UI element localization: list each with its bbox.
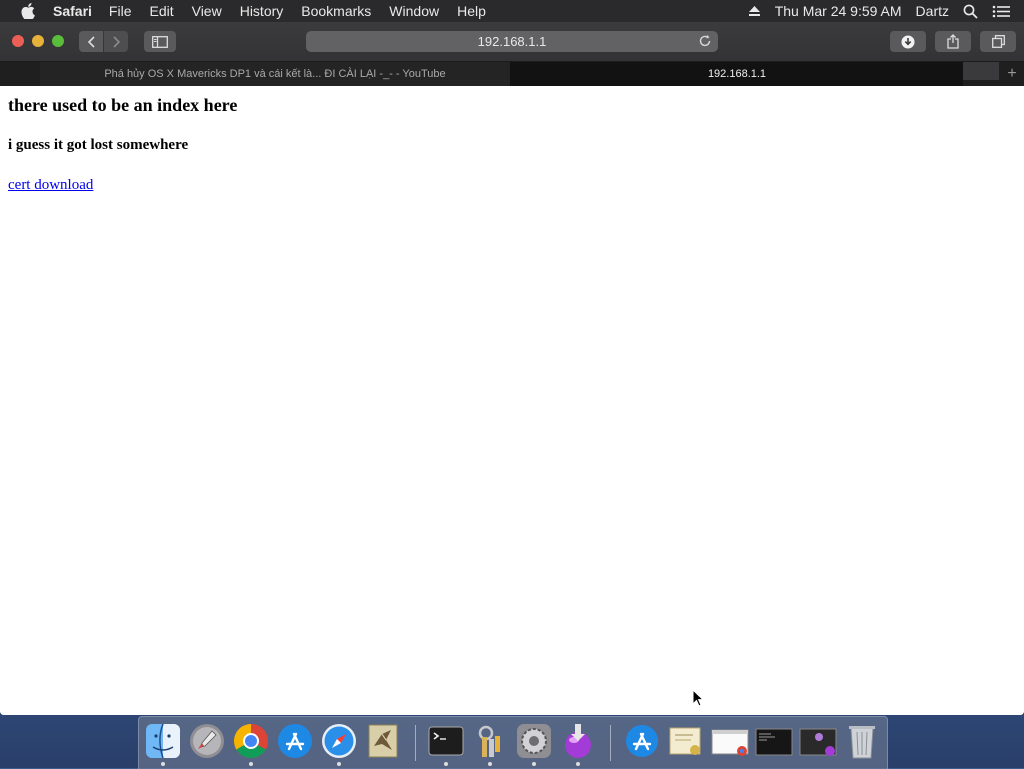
share-button[interactable]	[935, 31, 971, 52]
dock-separator	[610, 725, 611, 761]
chrome-icon[interactable]	[232, 722, 270, 760]
finder-icon[interactable]	[144, 722, 182, 760]
page-content: there used to be an index here i guess i…	[0, 86, 1024, 715]
chevron-right-icon	[112, 35, 120, 48]
tab-youtube[interactable]: Phá hủy OS X Mavericks DP1 và cái kết là…	[40, 62, 511, 86]
address-bar-url[interactable]: 192.168.1.1	[306, 34, 718, 49]
chrome-window-icon[interactable]	[711, 722, 749, 760]
forward-button[interactable]	[104, 31, 128, 52]
tab-bar: Phá hủy OS X Mavericks DP1 và cái kết là…	[0, 62, 1024, 86]
show-sidebar-button[interactable]	[144, 31, 176, 52]
mouse-pointer-icon	[692, 689, 704, 707]
menu-view[interactable]: View	[192, 0, 222, 22]
menu-edit[interactable]: Edit	[149, 0, 173, 22]
safari-icon[interactable]	[320, 722, 358, 760]
terminal-icon[interactable]	[427, 722, 465, 760]
reload-icon[interactable]	[698, 34, 712, 48]
tab-bar-spacer	[963, 62, 999, 80]
safari-window: 192.168.1.1 Phá hủy OS X Mavericks DP1 v…	[0, 22, 1024, 715]
system-preferences-icon[interactable]	[515, 722, 553, 760]
cert-download-link[interactable]: cert download	[8, 177, 93, 194]
menu-bar: Safari File Edit View History Bookmarks …	[0, 0, 1024, 22]
eject-icon[interactable]	[748, 5, 761, 17]
trash-icon[interactable]	[843, 722, 881, 760]
menu-app-safari[interactable]: Safari	[53, 0, 92, 22]
sidebar-icon	[152, 35, 168, 48]
downloads-button[interactable]	[890, 31, 926, 52]
dock-separator	[415, 725, 416, 761]
tab-overview-icon	[991, 35, 1005, 48]
running-indicator	[576, 762, 580, 766]
running-indicator	[532, 762, 536, 766]
mail-eagle-icon[interactable]	[364, 722, 402, 760]
menu-file[interactable]: File	[109, 0, 132, 22]
keychain-icon[interactable]	[471, 722, 509, 760]
certificate-icon[interactable]	[667, 722, 705, 760]
installer-icon[interactable]	[559, 722, 597, 760]
address-bar[interactable]: 192.168.1.1	[306, 31, 718, 52]
running-indicator	[488, 762, 492, 766]
browser-toolbar: 192.168.1.1	[0, 22, 1024, 62]
running-indicator	[337, 762, 341, 766]
new-tab-button[interactable]: +	[1000, 62, 1024, 86]
launchpad-icon[interactable]	[188, 722, 226, 760]
running-indicator	[161, 762, 165, 766]
installer-window-icon[interactable]	[799, 722, 837, 760]
download-icon	[901, 35, 915, 48]
spotlight-search-icon[interactable]	[963, 4, 978, 19]
running-indicator	[249, 762, 253, 766]
app-store-icon[interactable]	[276, 722, 314, 760]
menu-bar-user[interactable]: Dartz	[916, 3, 949, 19]
window-close-button[interactable]	[12, 35, 24, 47]
back-button[interactable]	[79, 31, 103, 52]
window-zoom-button[interactable]	[52, 35, 64, 47]
window-minimize-button[interactable]	[32, 35, 44, 47]
menu-history[interactable]: History	[240, 0, 284, 22]
menu-window[interactable]: Window	[389, 0, 439, 22]
terminal-window-icon[interactable]	[755, 722, 793, 760]
dock	[138, 716, 888, 769]
notification-center-icon[interactable]	[992, 5, 1010, 18]
apple-menu-icon[interactable]	[19, 0, 37, 22]
tab-router-active[interactable]: 192.168.1.1	[511, 62, 963, 86]
share-icon	[947, 34, 959, 49]
app-store-doc-icon[interactable]	[623, 722, 661, 760]
menu-help[interactable]: Help	[457, 0, 486, 22]
menu-bar-clock[interactable]: Thu Mar 24 9:59 AM	[775, 3, 902, 19]
chevron-left-icon	[87, 35, 95, 48]
page-heading: there used to be an index here	[8, 95, 238, 115]
menu-bar-status-area: Thu Mar 24 9:59 AM Dartz	[748, 0, 1024, 22]
menu-bookmarks[interactable]: Bookmarks	[301, 0, 371, 22]
running-indicator	[444, 762, 448, 766]
tab-overview-button[interactable]	[980, 31, 1016, 52]
page-subheading: i guess it got lost somewhere	[8, 137, 189, 153]
